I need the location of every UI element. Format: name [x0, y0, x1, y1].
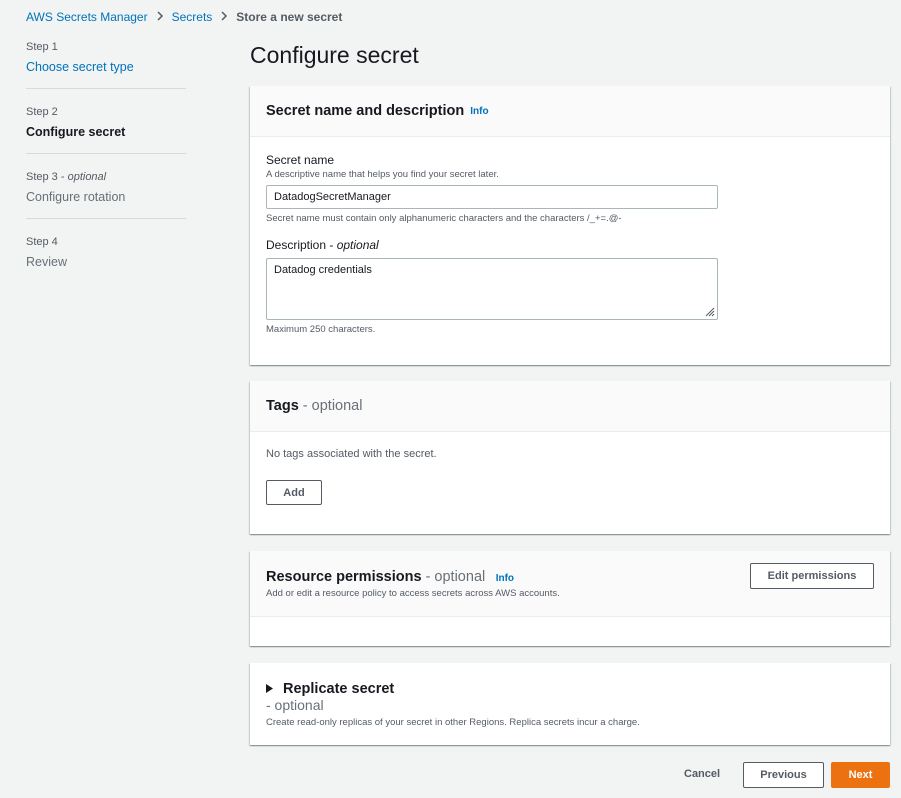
permissions-title: Resource permissions: [266, 569, 422, 585]
breadcrumb-secrets[interactable]: Secrets: [172, 10, 213, 24]
description-constraint: Maximum 250 characters.: [266, 324, 376, 335]
page-title: Configure secret: [250, 42, 419, 68]
tags-optional: - optional: [298, 398, 363, 414]
no-tags-text: No tags associated with the secret.: [266, 448, 437, 460]
cancel-button[interactable]: Cancel: [684, 768, 720, 780]
edit-permissions-button[interactable]: Edit permissions: [750, 563, 874, 589]
breadcrumb-current: Store a new secret: [236, 9, 343, 24]
secret-name-constraint: Secret name must contain only alphanumer…: [266, 213, 622, 224]
step-current-configure-secret: Configure secret: [26, 125, 126, 139]
secret-name-panel: Secret name and description Info Secret …: [250, 86, 890, 365]
description-optional-text: optional: [336, 238, 379, 252]
step-optional-text: optional: [67, 171, 107, 183]
resize-handle-icon[interactable]: [703, 305, 715, 317]
resource-permissions-panel: Resource permissions - optional Info Add…: [250, 551, 890, 646]
replicate-title: Replicate secret: [283, 681, 395, 697]
wizard-steps: Step 1 Choose secret type Step 2 Configu…: [26, 40, 186, 299]
replicate-optional: - optional: [266, 697, 324, 713]
secret-name-description: A descriptive name that helps you find y…: [266, 169, 499, 180]
step-number: Step 1: [26, 41, 58, 53]
step-4: Step 4 Review: [26, 235, 186, 283]
breadcrumb-secrets-manager[interactable]: AWS Secrets Manager: [26, 10, 148, 24]
panel-header: Resource permissions - optional Info Add…: [250, 551, 890, 617]
chevron-right-icon: [220, 9, 228, 24]
step-2: Step 2 Configure secret: [26, 105, 186, 154]
replicate-secret-panel: Replicate secret - optional Create read-…: [250, 663, 890, 745]
add-tag-button[interactable]: Add: [266, 480, 322, 505]
tags-panel: Tags - optional No tags associated with …: [250, 381, 890, 534]
info-link[interactable]: Info: [496, 573, 514, 584]
step-title-review: Review: [26, 255, 67, 269]
replicate-expand-toggle[interactable]: Replicate secret: [266, 680, 394, 698]
description-label: Description - optional: [266, 238, 874, 252]
panel-body: Secret name A descriptive name that help…: [250, 153, 890, 335]
info-link[interactable]: Info: [470, 106, 488, 117]
secret-name-label: Secret name: [266, 153, 335, 167]
panel-title: Resource permissions - optional: [266, 569, 485, 585]
chevron-right-icon: [156, 9, 164, 24]
step-1: Step 1 Choose secret type: [26, 40, 186, 89]
panel-header: Secret name and description Info: [250, 86, 890, 137]
replicate-description: Create read-only replicas of your secret…: [266, 717, 640, 728]
panel-body: No tags associated with the secret. Add: [250, 448, 890, 505]
secret-name-input[interactable]: DatadogSecretManager: [266, 185, 718, 209]
permissions-optional: - optional: [421, 569, 486, 585]
breadcrumb: AWS Secrets Manager Secrets Store a new …: [26, 9, 342, 24]
next-button[interactable]: Next: [831, 762, 890, 788]
step-link-choose-secret-type[interactable]: Choose secret type: [26, 58, 186, 76]
permissions-heading: Resource permissions - optional Info: [266, 568, 514, 586]
description-label-text: Description -: [266, 238, 337, 252]
description-textarea[interactable]: Datadog credentials: [266, 258, 718, 320]
caret-right-icon: [266, 680, 273, 698]
panel-title: Tags - optional: [266, 398, 362, 414]
permissions-description: Add or edit a resource policy to access …: [266, 588, 560, 599]
step-title-configure-rotation: Configure rotation: [26, 190, 126, 204]
step-number: Step 2: [26, 106, 58, 118]
step-number: Step 3 - optional: [26, 170, 186, 184]
step-number-text: Step 3 -: [26, 171, 68, 183]
step-3: Step 3 - optional Configure rotation: [26, 170, 186, 219]
panel-header: Tags - optional: [250, 381, 890, 432]
step-number: Step 4: [26, 236, 58, 248]
previous-button[interactable]: Previous: [743, 762, 824, 788]
description-value: Datadog credentials: [274, 264, 372, 276]
tags-title: Tags: [266, 398, 299, 414]
panel-title: Secret name and description: [266, 103, 465, 119]
